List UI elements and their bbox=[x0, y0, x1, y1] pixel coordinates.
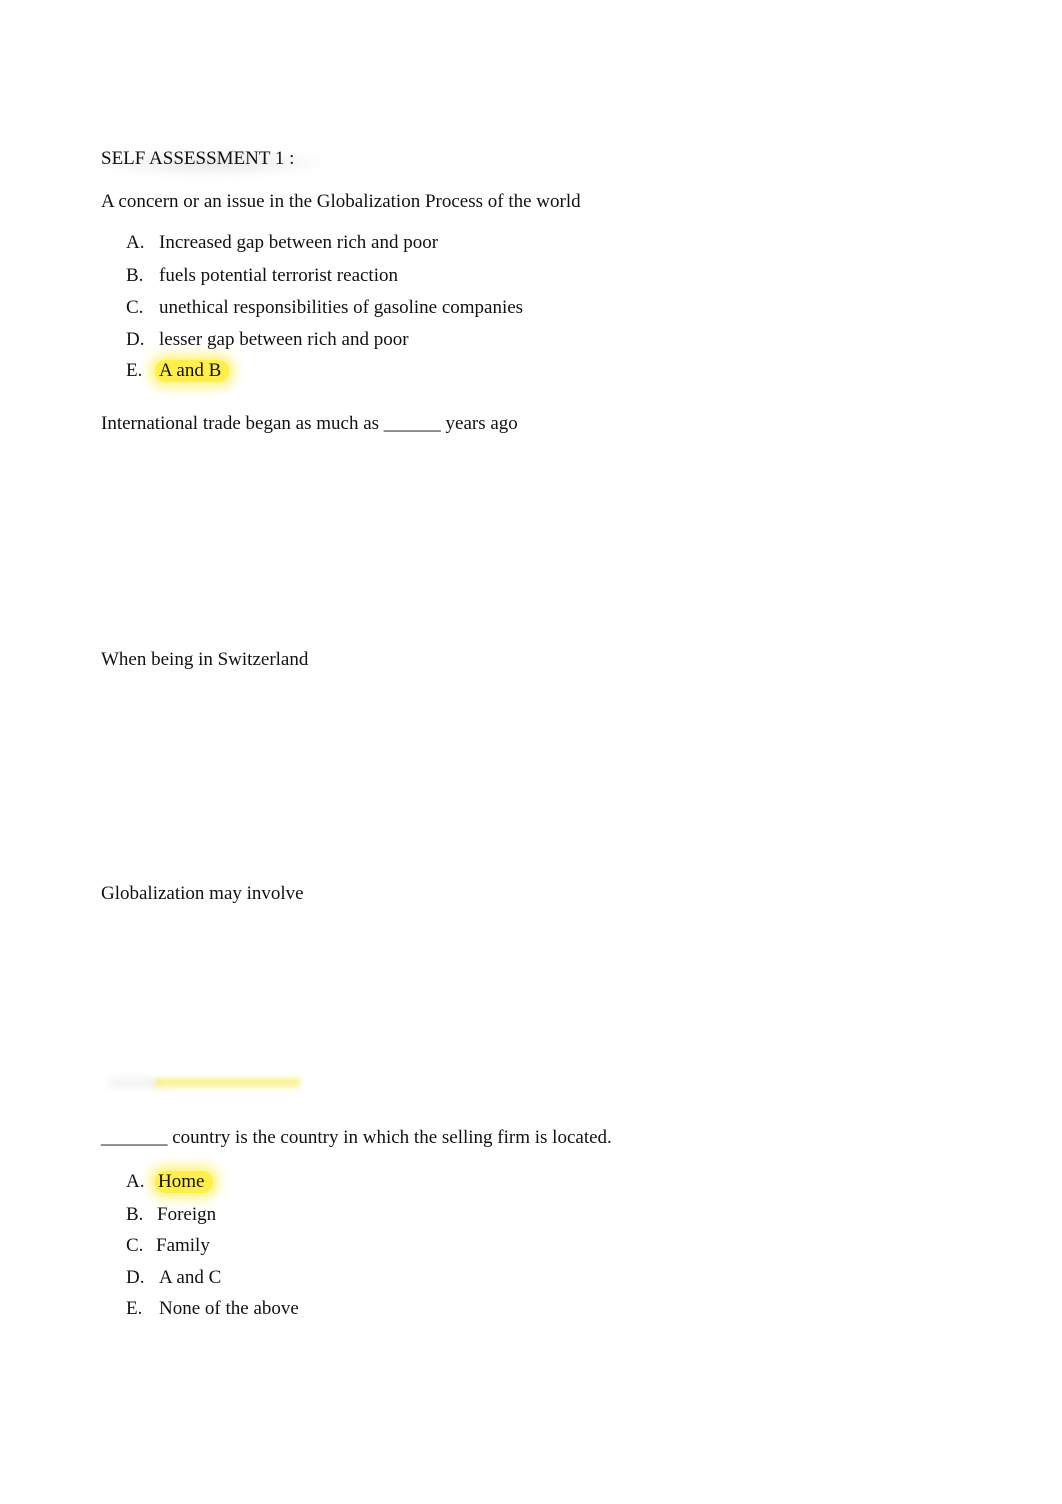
option-text: Home bbox=[158, 1171, 205, 1192]
option-text: unethical responsibilities of gasoline c… bbox=[159, 297, 524, 318]
option-letter: A. bbox=[126, 232, 145, 253]
question-1-prompt: A concern or an issue in the Globalizati… bbox=[101, 191, 581, 212]
option-letter: C. bbox=[126, 297, 144, 318]
option-text: fuels potential terrorist reaction bbox=[159, 265, 398, 286]
question-3-prompt: When being in Switzerland bbox=[101, 649, 309, 670]
option-letter: B. bbox=[126, 1204, 144, 1225]
assessment-heading: SELF ASSESSMENT 1 : bbox=[101, 148, 295, 169]
option-letter: D. bbox=[126, 1267, 145, 1288]
document-page: SELF ASSESSMENT 1 : A concern or an issu… bbox=[0, 0, 1062, 1504]
option-text: A and C bbox=[159, 1267, 222, 1288]
option-letter: B. bbox=[126, 265, 144, 286]
option-text: A and B bbox=[159, 360, 222, 381]
option-text: Foreign bbox=[157, 1204, 217, 1225]
option-text: Increased gap between rich and poor bbox=[159, 232, 439, 253]
option-text: None of the above bbox=[159, 1298, 299, 1319]
option-text: lesser gap between rich and poor bbox=[159, 329, 409, 350]
option-letter: E. bbox=[126, 1298, 143, 1319]
question-4-prompt: Globalization may involve bbox=[101, 883, 304, 904]
option-letter: E. bbox=[126, 360, 143, 381]
question-5-prompt: _______ country is the country in which … bbox=[101, 1127, 612, 1148]
option-text: Family bbox=[156, 1235, 210, 1256]
highlight-artifact bbox=[155, 1079, 300, 1089]
option-letter: C. bbox=[126, 1235, 144, 1256]
option-letter: D. bbox=[126, 329, 145, 350]
highlight-artifact-grey bbox=[110, 1079, 160, 1087]
question-2-prompt: International trade began as much as ___… bbox=[101, 413, 518, 434]
option-letter: A. bbox=[126, 1171, 145, 1192]
